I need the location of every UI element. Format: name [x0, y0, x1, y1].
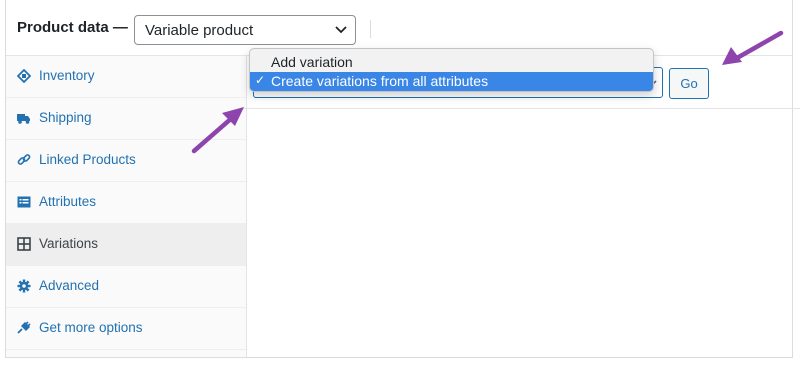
product-type-select[interactable]: Variable product — [134, 15, 356, 45]
sidebar-item-linked-products[interactable]: Linked Products — [6, 140, 246, 182]
go-button[interactable]: Go — [669, 68, 709, 99]
product-data-tabs: Inventory Shipping Linked Products Attri… — [6, 56, 247, 357]
variation-action-dropdown: Add variation ✓ Create variations from a… — [249, 48, 654, 92]
sidebar-item-label: Get more options — [39, 320, 143, 335]
sidebar-item-label: Attributes — [39, 194, 97, 209]
sidebar-item-label: Linked Products — [39, 152, 136, 167]
option-create-variations-from-all-attributes[interactable]: ✓ Create variations from all attributes — [250, 72, 653, 91]
option-add-variation[interactable]: Add variation — [250, 53, 653, 72]
option-label: Create variations from all attributes — [271, 73, 489, 89]
toolbar-divider — [241, 108, 800, 109]
inventory-icon — [17, 69, 31, 83]
chevron-down-icon — [335, 26, 347, 34]
link-icon — [17, 154, 31, 165]
sidebar-item-get-more-options[interactable]: Get more options — [6, 308, 246, 350]
product-type-value: Variable product — [145, 22, 254, 39]
product-data-label: Product data — — [17, 19, 128, 36]
truck-icon — [17, 114, 30, 124]
sidebar-item-shipping[interactable]: Shipping — [6, 98, 246, 140]
sidebar-item-label: Shipping — [39, 110, 92, 125]
header-divider — [370, 20, 371, 38]
sidebar-item-label: Variations — [39, 236, 99, 251]
checkmark-icon: ✓ — [255, 73, 266, 87]
sidebar-item-label: Inventory — [39, 68, 95, 83]
gear-icon — [17, 279, 31, 293]
sidebar-item-variations[interactable]: Variations — [6, 224, 246, 266]
grid-icon — [17, 237, 31, 251]
list-icon — [17, 196, 31, 208]
plugin-icon — [17, 321, 31, 334]
option-label: Add variation — [271, 54, 353, 70]
sidebar-item-attributes[interactable]: Attributes — [6, 182, 246, 224]
sidebar-item-label: Advanced — [39, 278, 100, 293]
sidebar-item-advanced[interactable]: Advanced — [6, 266, 246, 308]
sidebar-item-inventory[interactable]: Inventory — [6, 56, 246, 98]
